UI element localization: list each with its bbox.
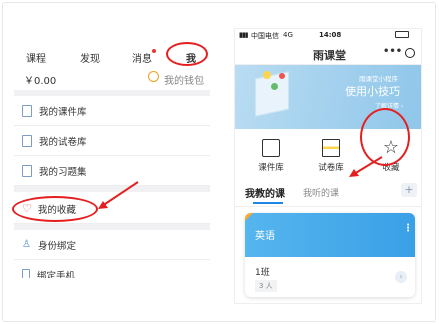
network: 4G xyxy=(283,31,293,39)
paper-icon xyxy=(322,139,340,157)
list-icon xyxy=(22,164,32,177)
decor-icon xyxy=(271,83,278,90)
menu-label: 我的课件库 xyxy=(39,106,87,118)
menu-item-papers[interactable]: 我的试卷库 xyxy=(14,126,210,156)
tab-attending[interactable]: 我听的课 xyxy=(303,186,339,199)
book-icon xyxy=(262,139,280,157)
annotation-arrow xyxy=(98,181,139,209)
clock: 14:08 xyxy=(319,31,342,39)
unread-dot xyxy=(152,49,156,53)
tab-indicator xyxy=(253,202,283,204)
nav-bar: 雨课堂 ••• xyxy=(235,43,421,65)
member-count: 3 人 xyxy=(255,280,277,292)
quick-label: 试卷库 xyxy=(318,163,344,173)
chevron-right-icon[interactable]: › xyxy=(395,271,407,283)
quick-papers[interactable]: 试卷库 xyxy=(311,133,351,173)
annotation-arrow xyxy=(349,156,383,177)
decor-icon xyxy=(263,71,271,79)
tab-discover[interactable]: 发现 xyxy=(80,50,100,65)
banner-title: 使用小技巧 xyxy=(345,85,400,98)
wallet-icon xyxy=(148,71,159,82)
highlight-circle xyxy=(12,196,98,222)
signal-icon: ▮▮▮ xyxy=(239,31,249,39)
close-icon[interactable] xyxy=(405,48,415,58)
profile-panel: 课程 发现 消息 我 ￥0.00 我的钱包 我的课件库 我的试卷库 我的习题集 … xyxy=(14,40,210,278)
add-course-button[interactable]: + xyxy=(401,183,417,197)
menu-label: 身份绑定 xyxy=(37,240,76,252)
more-icon[interactable]: ••• xyxy=(383,46,402,57)
corner-flag xyxy=(245,213,253,221)
menu-item-phone[interactable]: 绑定手机 xyxy=(14,260,210,278)
course-more-icon[interactable]: ⋮ xyxy=(403,223,413,234)
course-tabs: 我教的课 我听的课 + xyxy=(235,179,421,207)
user-icon: ♙ xyxy=(22,239,31,250)
banner-small: 雨课堂小程序 xyxy=(359,75,398,83)
document-icon xyxy=(22,134,32,147)
course-name: 英语 xyxy=(255,231,275,242)
menu-item-courseware[interactable]: 我的课件库 xyxy=(14,96,210,126)
menu-item-identity[interactable]: ♙ 身份绑定 xyxy=(14,230,210,260)
wallet-amount: ￥0.00 xyxy=(24,76,57,87)
carrier: 中国电信 xyxy=(251,32,279,40)
quick-courseware[interactable]: 课件库 xyxy=(251,133,291,173)
phone-icon xyxy=(22,269,30,278)
phone-screen: ▮▮▮ 中国电信 4G 14:08 雨课堂 ••• 雨课堂小程序 使用小技巧 了… xyxy=(234,28,422,304)
highlight-circle xyxy=(166,42,208,66)
course-card-header: 英语 ⋮ xyxy=(245,213,415,257)
battery-icon xyxy=(395,31,409,38)
course-card[interactable]: 英语 ⋮ 1班 3 人 › xyxy=(245,213,415,297)
decor-icon xyxy=(279,73,285,79)
tab-course[interactable]: 课程 xyxy=(26,50,46,65)
menu-label: 绑定手机 xyxy=(37,271,76,278)
wallet-row[interactable]: ￥0.00 我的钱包 xyxy=(14,68,210,90)
class-name: 1班 xyxy=(255,268,270,278)
status-bar: ▮▮▮ 中国电信 4G 14:08 xyxy=(235,29,421,43)
wallet-label: 我的钱包 xyxy=(164,76,204,87)
tab-teaching[interactable]: 我教的课 xyxy=(245,185,285,200)
menu-label: 我的习题集 xyxy=(39,166,87,178)
app-title: 雨课堂 xyxy=(313,49,346,62)
menu-label: 我的试卷库 xyxy=(39,136,87,148)
image-icon xyxy=(22,104,32,117)
tab-messages[interactable]: 消息 xyxy=(132,50,152,65)
quick-label: 课件库 xyxy=(258,163,284,173)
